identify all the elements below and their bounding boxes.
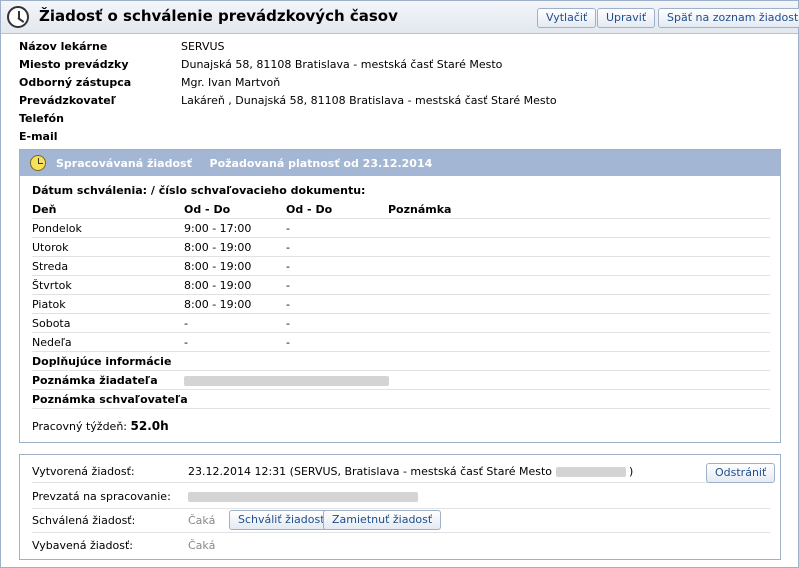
operator-label: Prevádzkovateľ (19, 94, 116, 107)
work-week: Pracovný týždeň: 52.0h (32, 419, 169, 435)
clock-icon (7, 6, 29, 28)
created-close: ) (629, 465, 634, 478)
day-name: Pondelok (32, 222, 82, 235)
print-button[interactable]: Vytlačiť (537, 8, 597, 28)
day-name: Nedeľa (32, 336, 72, 349)
approver-note-label: Poznámka schvaľovateľa (32, 393, 188, 406)
day-time-2: - (286, 336, 290, 349)
work-week-label: Pracovný týždeň: (32, 420, 127, 433)
day-name: Utorok (32, 241, 69, 254)
day-time-2: - (286, 241, 290, 254)
phone-label: Telefón (19, 112, 64, 125)
created-redacted (555, 467, 626, 477)
request-status: Spracovávaná žiadosť (56, 157, 192, 170)
created-text: 23.12.2014 12:31 (SERVUS, Bratislava - m… (188, 465, 553, 478)
day-time-1: 9:00 - 17:00 (184, 222, 252, 235)
taken-row: Prevzatá na spracovanie: (32, 485, 770, 509)
done-label: Vybavená žiadosť: (32, 539, 133, 552)
taken-label: Prevzatá na spracovanie: (32, 490, 171, 503)
day-time-1: 8:00 - 19:00 (184, 260, 252, 273)
approved-label: Schválená žiadosť: (32, 514, 136, 527)
extra-info-row: Doplňujúce informácie (32, 352, 770, 371)
day-time-1: 8:00 - 19:00 (184, 298, 252, 311)
column-from-to-2: Od - Do (286, 203, 333, 216)
day-time-1: - (184, 317, 188, 330)
pharmacy-name-label: Názov lekárne (19, 40, 108, 53)
created-label: Vytvorená žiadosť: (32, 465, 135, 478)
schedule-row: Piatok 8:00 - 19:00 - (32, 295, 770, 314)
request-panel: Spracovávaná žiadosť Požadovaná platnosť… (19, 149, 781, 443)
done-row: Vybavená žiadosť: Čaká (32, 533, 770, 557)
operator-value: Lakáreň , Dunajská 58, 81108 Bratislava … (181, 94, 557, 107)
column-day: Deň (32, 203, 57, 216)
day-name: Piatok (32, 298, 66, 311)
schedule-row: Streda 8:00 - 19:00 - (32, 257, 770, 276)
day-time-2: - (286, 279, 290, 292)
schedule-row: Pondelok 9:00 - 17:00 - (32, 219, 770, 238)
day-name: Štvrtok (32, 279, 72, 292)
edit-button[interactable]: Upraviť (597, 8, 656, 28)
column-from-to-1: Od - Do (184, 203, 231, 216)
representative-value: Mgr. Ivan Martvoň (181, 76, 281, 89)
request-validity: Požadovaná platnosť od 23.12.2014 (209, 157, 433, 170)
taken-redacted (188, 490, 418, 503)
pending-clock-icon (30, 155, 46, 171)
day-name: Sobota (32, 317, 71, 330)
approved-status: Čaká (188, 514, 216, 527)
request-status-line: Spracovávaná žiadosť Požadovaná platnosť… (56, 157, 432, 170)
day-time-2: - (286, 298, 290, 311)
extra-info-label: Doplňujúce informácie (32, 355, 172, 368)
applicant-note-row: Poznámka žiadateľa (32, 371, 770, 390)
workflow-panel: Vytvorená žiadosť: 23.12.2014 12:31 (SER… (19, 454, 781, 560)
approver-note-row: Poznámka schvaľovateľa (32, 390, 770, 409)
done-status: Čaká (188, 539, 216, 552)
day-name: Streda (32, 260, 69, 273)
day-time-2: - (286, 317, 290, 330)
page-title: Žiadosť o schválenie prevádzkových časov (39, 7, 398, 25)
request-panel-header: Spracovávaná žiadosť Požadovaná platnosť… (20, 150, 780, 176)
applicant-note-label: Poznámka žiadateľa (32, 374, 158, 387)
reject-request-button[interactable]: Zamietnuť žiadosť (323, 510, 442, 530)
approval-date-label: Dátum schválenia: / číslo schvaľovacieho… (32, 184, 366, 197)
location-value: Dunajská 58, 81108 Bratislava - mestská … (181, 58, 503, 71)
schedule-row: Utorok 8:00 - 19:00 - (32, 238, 770, 257)
approve-request-button[interactable]: Schváliť žiadosť (229, 510, 334, 530)
schedule-row: Nedeľa - - (32, 333, 770, 352)
day-time-1: 8:00 - 19:00 (184, 279, 252, 292)
schedule-row: Štvrtok 8:00 - 19:00 - (32, 276, 770, 295)
representative-label: Odborný zástupca (19, 76, 132, 89)
email-label: E-mail (19, 130, 58, 143)
back-to-list-button[interactable]: Späť na zoznam žiadostí (658, 8, 799, 28)
approved-row: Schválená žiadosť: Čaká Schváliť žiadosť… (32, 509, 770, 533)
pharmacy-name-value: SERVUS (181, 40, 225, 53)
day-time-1: 8:00 - 19:00 (184, 241, 252, 254)
day-time-2: - (286, 222, 290, 235)
applicant-note-redacted (184, 374, 389, 387)
day-time-1: - (184, 336, 188, 349)
day-time-2: - (286, 260, 290, 273)
column-note: Poznámka (388, 203, 452, 216)
created-row: Vytvorená žiadosť: 23.12.2014 12:31 (SER… (32, 459, 776, 483)
schedule-header-row: Deň Od - Do Od - Do Poznámka (32, 200, 770, 219)
work-week-value: 52.0h (130, 419, 169, 433)
request-window: Žiadosť o schválenie prevádzkových časov… (0, 0, 799, 568)
location-label: Miesto prevádzky (19, 58, 129, 71)
schedule-row: Sobota - - (32, 314, 770, 333)
title-bar: Žiadosť o schválenie prevádzkových časov… (1, 1, 799, 34)
delete-request-button[interactable]: Odstrániť (706, 463, 776, 483)
created-value: 23.12.2014 12:31 (SERVUS, Bratislava - m… (188, 465, 633, 478)
